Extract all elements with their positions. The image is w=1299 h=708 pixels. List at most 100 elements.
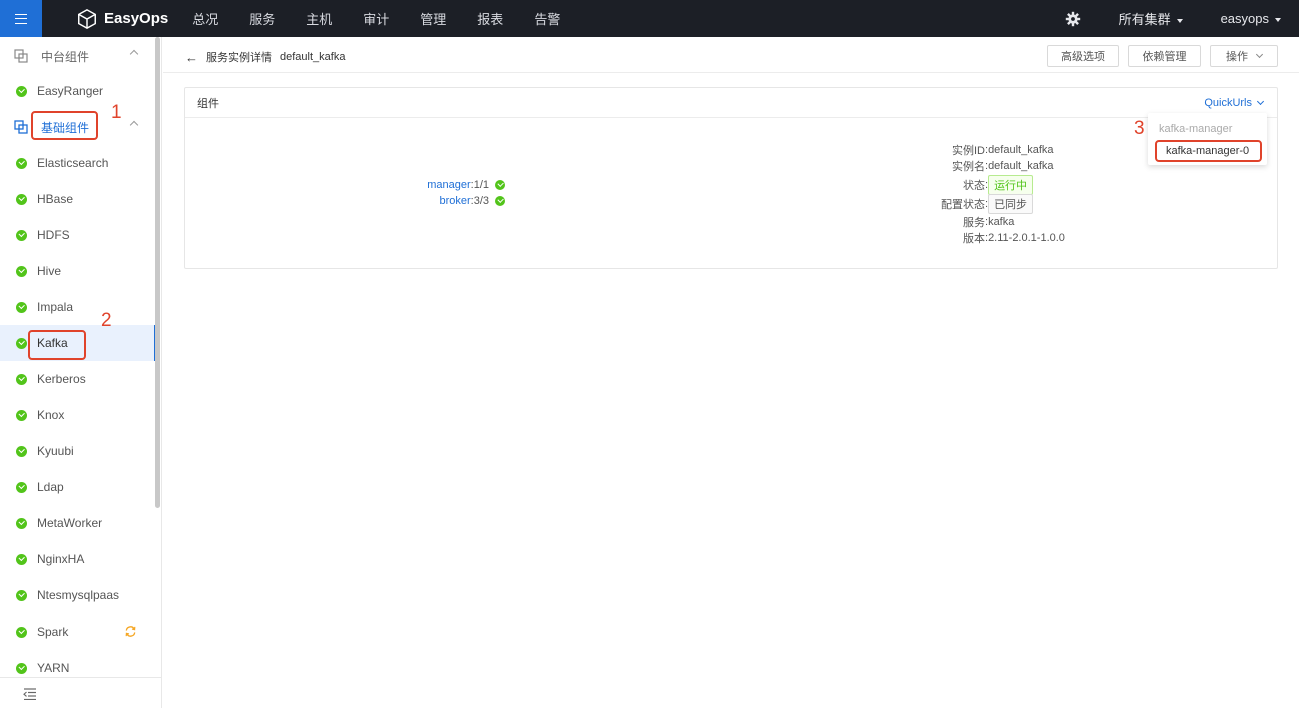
status-ok-icon (16, 337, 27, 349)
annotation-number-2: 2 (101, 310, 112, 331)
sidebar-item-kerberos[interactable]: Kerberos (0, 361, 155, 397)
sidebar-item-kyuubi[interactable]: Kyuubi (0, 433, 155, 469)
status-ok-icon (16, 373, 27, 385)
advanced-options-button[interactable]: 高级选项 (1047, 45, 1119, 67)
sidebar-group-platform[interactable]: 中台组件 (0, 38, 155, 74)
info-label: 状态 (963, 180, 985, 192)
sidebar-item-ldap[interactable]: Ldap (0, 469, 155, 505)
sidebar-item-nginxha[interactable]: NginxHA (0, 541, 155, 577)
button-label: 依赖管理 (1142, 51, 1187, 63)
status-ok-icon (16, 409, 27, 421)
status-ok-icon (16, 662, 27, 674)
sidebar-item-hdfs[interactable]: HDFS (0, 217, 155, 253)
caret-down-icon (1176, 18, 1183, 23)
sidebar-item-label: Knox (37, 408, 65, 422)
info-value: default_kafka (988, 144, 1054, 156)
nav-alerts[interactable]: 告警 (534, 9, 560, 28)
gear-icon[interactable] (1065, 11, 1081, 27)
header-divider (163, 72, 1299, 73)
annotation-box-1 (31, 111, 98, 140)
sidebar-item-label: HDFS (37, 228, 70, 242)
status-ok-icon (495, 180, 505, 190)
breadcrumb: ← 服务实例详情 default_kafka (185, 49, 345, 65)
info-label: 实例名 (952, 161, 985, 173)
sidebar-item-elasticsearch[interactable]: Elasticsearch (0, 145, 155, 181)
sidebar-item-label: Ntesmysqlpaas (37, 588, 120, 602)
collapse-sidebar-icon[interactable] (23, 688, 37, 700)
user-name: easyops (1220, 11, 1269, 26)
sidebar-item-ntesmysqlpaas[interactable]: Ntesmysqlpaas (0, 577, 155, 613)
chevron-up-icon (129, 120, 139, 130)
sidebar-item-label: Spark (37, 625, 69, 639)
sidebar-item-knox[interactable]: Knox (0, 397, 155, 433)
status-ok-icon (16, 85, 27, 97)
menu-toggle-button[interactable] (0, 0, 42, 37)
nav-reports[interactable]: 报表 (477, 9, 503, 28)
nav-audit[interactable]: 审计 (363, 9, 389, 28)
sidebar-item-easyranger[interactable]: EasyRanger (0, 73, 155, 109)
sidebar-item-label: EasyRanger (37, 84, 104, 98)
annotation-number-3: 3 (1134, 118, 1145, 139)
operations-button[interactable]: 操作 (1210, 45, 1278, 67)
status-ok-icon (16, 445, 27, 457)
component-name[interactable]: broker (439, 195, 470, 207)
dependency-management-button[interactable]: 依赖管理 (1128, 45, 1201, 67)
nav-hosts[interactable]: 主机 (306, 9, 332, 28)
component-row-broker: broker : 3/3 (185, 195, 505, 207)
user-menu[interactable]: easyops (1221, 11, 1281, 26)
back-arrow-icon[interactable]: ← (185, 50, 198, 65)
nav-overview[interactable]: 总况 (192, 9, 218, 28)
hamburger-icon (15, 13, 27, 24)
button-label: 高级选项 (1061, 51, 1105, 63)
nav-admin[interactable]: 管理 (420, 9, 446, 28)
status-ok-icon (16, 517, 27, 529)
info-value: default_kafka (988, 160, 1054, 172)
sidebar-scrollbar[interactable] (155, 37, 160, 508)
status-ok-icon (16, 481, 27, 493)
sidebar-group-label: 中台组件 (41, 49, 90, 64)
components-card: 组件 QuickUrls manager : 1/1 broker : 3/3 … (184, 87, 1278, 269)
component-count: 1/1 (473, 179, 489, 191)
sidebar-item-label: Ldap (37, 480, 64, 494)
brand-logo[interactable]: EasyOps (76, 8, 168, 30)
top-navigation-bar: EasyOps 总况 服务 主机 审计 管理 报表 告警 所有集群 easyop (0, 0, 1299, 37)
annotation-number-1: 1 (111, 102, 122, 123)
component-name[interactable]: manager (427, 179, 470, 191)
components-icon (14, 49, 28, 63)
caret-down-icon (1275, 17, 1281, 22)
main-nav: 总况 服务 主机 审计 管理 报表 告警 (192, 9, 591, 28)
info-value: 2.11-2.0.1-1.0.0 (988, 232, 1065, 244)
sidebar-item-label: Kerberos (37, 372, 86, 386)
sidebar-item-label: Impala (37, 300, 74, 314)
info-label: 版本 (963, 233, 985, 245)
cluster-label: 所有集群 (1118, 12, 1171, 27)
status-ok-icon (16, 301, 27, 313)
nav-services[interactable]: 服务 (249, 9, 275, 28)
sidebar-item-impala[interactable]: Impala (0, 289, 155, 325)
instance-name: default_kafka (280, 51, 346, 63)
top-right-controls: 所有集群 easyops (1065, 0, 1281, 37)
sidebar-item-spark[interactable]: Spark (0, 614, 155, 650)
chevron-up-icon (129, 49, 139, 59)
sidebar-item-label: Kyuubi (37, 444, 74, 458)
status-ok-icon (16, 553, 27, 565)
sidebar-item-hive[interactable]: Hive (0, 253, 155, 289)
status-badge: 运行中 (988, 175, 1034, 195)
status-ok-icon (16, 157, 27, 169)
sidebar-item-label: Elasticsearch (37, 156, 109, 170)
quickurls-dropdown[interactable]: QuickUrls (1204, 97, 1265, 109)
status-ok-icon (16, 229, 27, 241)
sidebar-item-label: MetaWorker (37, 516, 103, 530)
sidebar-item-label: Hive (37, 264, 62, 278)
chevron-down-icon (1255, 50, 1264, 59)
quickurls-label: QuickUrls (1204, 97, 1252, 109)
info-config-status: 配置状态: 已同步 (885, 194, 1285, 214)
menu-group-title: kafka-manager (1159, 123, 1233, 135)
sync-icon (125, 626, 136, 637)
sidebar-item-metaworker[interactable]: MetaWorker (0, 505, 155, 541)
component-row-manager: manager : 1/1 (185, 179, 505, 191)
cluster-selector[interactable]: 所有集群 (1119, 9, 1183, 28)
info-label: 实例ID (952, 145, 985, 157)
cube-icon (78, 8, 96, 29)
sidebar-item-hbase[interactable]: HBase (0, 181, 155, 217)
